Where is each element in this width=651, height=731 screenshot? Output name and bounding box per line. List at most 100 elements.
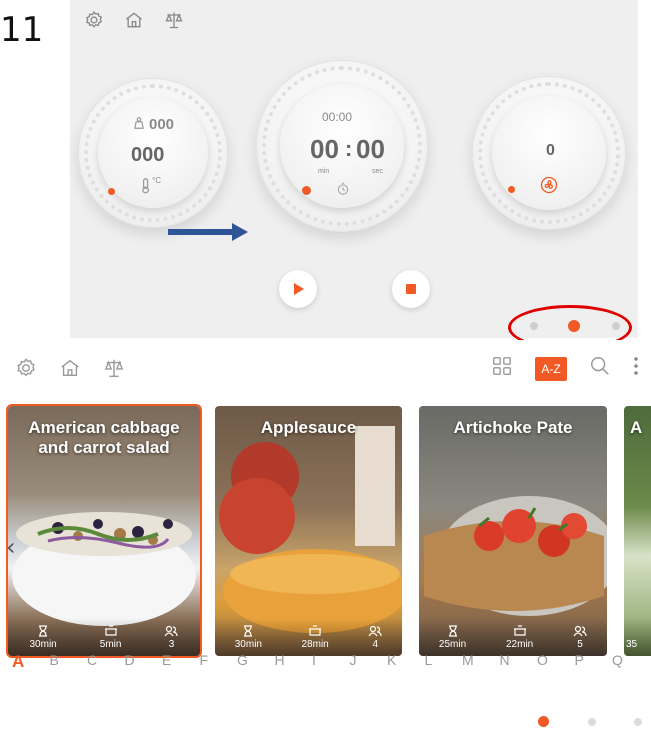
- recipe-title: A: [630, 418, 643, 437]
- prep-time-value: 35: [626, 639, 638, 650]
- letter-c[interactable]: C: [87, 652, 125, 672]
- play-button[interactable]: [279, 270, 317, 308]
- fan-icon: [540, 176, 558, 199]
- letter-i[interactable]: I: [312, 652, 350, 672]
- recipe-browser-screen: A-Z American cabbage and carrot salad 30…: [0, 340, 651, 731]
- hourglass-icon: [39, 625, 48, 637]
- recipe-meta: 30min 28min 4: [215, 618, 402, 656]
- page-dot-1-active[interactable]: [538, 716, 549, 727]
- speed-value: 0: [546, 142, 555, 159]
- indicator-dot: [302, 186, 311, 195]
- scale-icon[interactable]: [102, 356, 126, 380]
- letter-l[interactable]: L: [425, 652, 463, 672]
- thermometer-icon: [140, 178, 152, 199]
- recipe-card[interactable]: A 35: [624, 406, 651, 656]
- speed-dial[interactable]: 0: [472, 76, 626, 230]
- letter-n[interactable]: N: [500, 652, 538, 672]
- letter-e[interactable]: E: [162, 652, 200, 672]
- cook-time-value: 22min: [505, 639, 534, 650]
- recipe-title: American cabbage and carrot salad: [28, 418, 180, 457]
- letter-m[interactable]: M: [462, 652, 500, 672]
- recipe-title: Artichoke Pate: [453, 418, 573, 437]
- recipe-meta: 30min 5min 3: [8, 618, 200, 656]
- top-toolbar: [82, 8, 186, 32]
- weight-icon: [132, 116, 146, 135]
- letter-k[interactable]: K: [387, 652, 425, 672]
- appliance-control-screen: 000 000 °C 00:00 00 : 00 min sec 0: [70, 0, 638, 338]
- home-icon[interactable]: [58, 356, 82, 380]
- min-label: min: [318, 168, 330, 175]
- indicator-dot: [508, 186, 515, 193]
- top-toolbar: [14, 356, 126, 380]
- people-icon: [368, 625, 382, 637]
- people-icon: [164, 625, 179, 637]
- search-icon[interactable]: [589, 355, 611, 382]
- recipe-title: Applesauce: [260, 418, 357, 437]
- prev-arrow-icon[interactable]: ‹: [6, 533, 16, 561]
- pot-icon: [309, 625, 322, 636]
- letter-b[interactable]: B: [50, 652, 88, 672]
- more-vertical-icon[interactable]: [633, 355, 639, 382]
- servings: 3: [164, 625, 179, 650]
- pot-icon: [104, 625, 117, 636]
- letter-o[interactable]: O: [537, 652, 575, 672]
- recipe-meta: 35: [624, 618, 651, 656]
- timer-minutes: 00: [310, 134, 339, 164]
- servings: 5: [573, 625, 587, 650]
- weight-value: 000: [149, 116, 175, 133]
- cook-time-value: 5min: [99, 639, 122, 650]
- servings-value: 5: [577, 639, 583, 650]
- prep-time-value: 30min: [29, 639, 57, 650]
- alphabet-index: A B C D E F G H I J K L M N O P Q: [12, 652, 650, 672]
- gear-icon[interactable]: [14, 356, 38, 380]
- temp-unit: °C: [152, 176, 161, 185]
- step-number: 11: [0, 10, 44, 50]
- letter-g[interactable]: G: [237, 652, 275, 672]
- letter-j[interactable]: J: [350, 652, 388, 672]
- recipe-card[interactable]: Artichoke Pate 25min 22min 5: [419, 406, 607, 656]
- prep-time: 30min: [30, 625, 57, 650]
- prep-time: 35: [626, 639, 637, 650]
- timer-dial[interactable]: 00:00 00 : 00 min sec: [256, 60, 428, 232]
- annotation-arrow: [168, 223, 248, 241]
- timer-seconds: 00: [356, 134, 385, 164]
- view-toolbar: A-Z: [491, 355, 639, 382]
- cook-time: 22min: [506, 625, 533, 650]
- hourglass-icon: [448, 625, 457, 637]
- play-icon: [294, 283, 304, 295]
- letter-h[interactable]: H: [275, 652, 313, 672]
- letter-a[interactable]: A: [12, 652, 50, 672]
- scale-icon[interactable]: [162, 8, 186, 32]
- sec-label: sec: [372, 168, 383, 175]
- prep-time: 30min: [235, 625, 262, 650]
- prep-time-value: 25min: [438, 639, 467, 650]
- prep-time-value: 30min: [234, 639, 262, 650]
- stop-icon: [406, 284, 416, 294]
- letter-p[interactable]: P: [575, 652, 613, 672]
- letter-f[interactable]: F: [200, 652, 238, 672]
- gear-icon[interactable]: [82, 8, 106, 32]
- people-icon: [573, 625, 587, 637]
- recipe-card[interactable]: American cabbage and carrot salad 30min …: [6, 404, 202, 658]
- pot-icon: [513, 625, 526, 636]
- cook-time-value: 28min: [301, 639, 329, 650]
- recipe-meta: 25min 22min 5: [419, 618, 607, 656]
- page-dot-2[interactable]: [588, 718, 596, 726]
- recipe-card[interactable]: Applesauce 30min 28min 4: [215, 406, 402, 656]
- weight-temperature-dial[interactable]: 000 000 °C: [78, 78, 228, 228]
- servings: 4: [368, 625, 382, 650]
- indicator-dot: [108, 188, 115, 195]
- letter-d[interactable]: D: [125, 652, 163, 672]
- timer-colon: :: [345, 136, 353, 161]
- page-dot-3[interactable]: [634, 718, 642, 726]
- set-time: 00:00: [322, 110, 353, 124]
- main-value: 000: [131, 144, 165, 166]
- home-icon[interactable]: [122, 8, 146, 32]
- grid-icon[interactable]: [491, 355, 513, 382]
- az-sort-button[interactable]: A-Z: [535, 356, 567, 381]
- stop-button[interactable]: [392, 270, 430, 308]
- servings-value: 3: [168, 639, 175, 650]
- letter-q[interactable]: Q: [612, 652, 650, 672]
- cook-time: 28min: [302, 625, 329, 650]
- servings-value: 4: [372, 639, 379, 650]
